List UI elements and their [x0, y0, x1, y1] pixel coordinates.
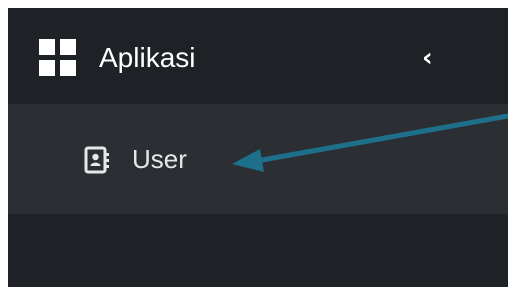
menu-title: Aplikasi: [99, 42, 196, 73]
grid-icon: [39, 39, 76, 76]
contact-card-icon: [84, 146, 109, 174]
submenu: User: [8, 104, 508, 214]
sidebar-panel: Aplikasi ‹ User: [8, 8, 508, 287]
sidebar-item-user[interactable]: User: [68, 126, 248, 186]
sidebar-empty-area: [8, 214, 508, 287]
sidebar-item-label: User: [132, 144, 187, 174]
aplikasi-menu-toggle[interactable]: Aplikasi ‹: [8, 8, 508, 104]
chevron-left-icon[interactable]: ‹: [422, 42, 433, 74]
